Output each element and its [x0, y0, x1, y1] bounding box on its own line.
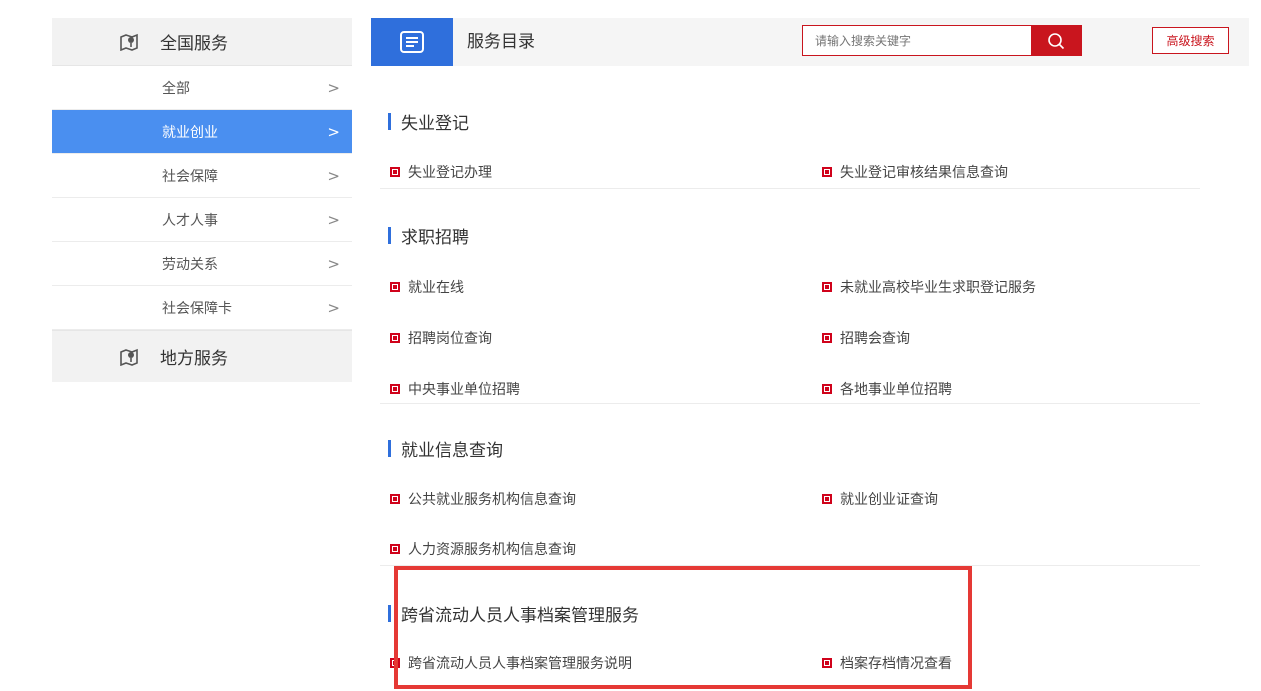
link-text: 就业创业证查询	[840, 492, 938, 508]
sidebar-item-talent[interactable]: 人才人事 >	[52, 198, 352, 242]
sidebar-item-employment[interactable]: 就业创业 >	[52, 110, 352, 154]
bullet-icon	[390, 494, 400, 504]
link-text: 各地事业单位招聘	[840, 382, 952, 398]
chevron-right-icon: >	[327, 254, 340, 273]
sidebar-item-label: 社会保障卡	[162, 300, 232, 317]
bullet-icon	[822, 282, 832, 292]
bullet-icon	[390, 333, 400, 343]
sidebar-item-label: 全部	[162, 80, 190, 97]
bullet-icon	[390, 544, 400, 554]
search-box	[802, 25, 1082, 56]
sidebar-item-label: 人才人事	[162, 212, 218, 229]
section-title-employment-info: 就业信息查询	[388, 436, 503, 461]
link-text: 未就业高校毕业生求职登记服务	[840, 280, 1036, 296]
section-bar	[388, 440, 391, 457]
section-title-text: 求职招聘	[401, 228, 469, 248]
local-services-header[interactable]: 地方服务	[52, 330, 352, 382]
sidebar-item-label: 就业创业	[162, 124, 218, 141]
link-unemployment-registration[interactable]: 失业登记办理	[390, 162, 492, 182]
link-central-institution-recruit[interactable]: 中央事业单位招聘	[390, 379, 520, 399]
chevron-right-icon: >	[327, 298, 340, 317]
sidebar-item-label: 社会保障	[162, 168, 218, 185]
catalog-icon	[400, 31, 424, 53]
link-text: 人力资源服务机构信息查询	[408, 542, 576, 558]
link-text: 公共就业服务机构信息查询	[408, 492, 576, 508]
local-services-title: 地方服务	[160, 349, 228, 369]
advanced-search-button[interactable]: 高级搜索	[1152, 27, 1229, 54]
catalog-title: 服务目录	[467, 32, 535, 52]
bullet-icon	[390, 384, 400, 394]
link-text: 失业登记审核结果信息查询	[840, 165, 1008, 181]
link-employment-online[interactable]: 就业在线	[390, 277, 464, 297]
link-text: 失业登记办理	[408, 165, 492, 181]
section-bar	[388, 605, 391, 622]
section-bar	[388, 113, 391, 130]
sidebar-item-social-security-card[interactable]: 社会保障卡 >	[52, 286, 352, 330]
sidebar-item-label: 劳动关系	[162, 256, 218, 273]
map-icon	[120, 348, 138, 366]
link-text: 中央事业单位招聘	[408, 382, 520, 398]
sidebar-item-labor-relations[interactable]: 劳动关系 >	[52, 242, 352, 286]
highlight-box	[394, 566, 972, 689]
link-hr-agency-query[interactable]: 人力资源服务机构信息查询	[390, 539, 576, 559]
divider	[380, 403, 1200, 404]
chevron-right-icon: >	[327, 210, 340, 229]
bullet-icon	[822, 384, 832, 394]
link-employment-certificate-query[interactable]: 就业创业证查询	[822, 489, 938, 509]
link-job-position-query[interactable]: 招聘岗位查询	[390, 328, 492, 348]
map-icon	[120, 33, 138, 51]
main-panel: 服务目录 高级搜索	[371, 18, 1249, 66]
divider	[380, 188, 1200, 189]
sidebar-item-all[interactable]: 全部 >	[52, 66, 352, 110]
search-icon	[1048, 32, 1065, 49]
chevron-right-icon: >	[327, 78, 340, 97]
section-title-unemployment: 失业登记	[388, 109, 469, 134]
bullet-icon	[822, 494, 832, 504]
search-button[interactable]	[1031, 26, 1081, 55]
link-text: 招聘会查询	[840, 331, 910, 347]
national-services-title: 全国服务	[160, 34, 228, 54]
link-job-fair-query[interactable]: 招聘会查询	[822, 328, 910, 348]
sidebar-item-social-security[interactable]: 社会保障 >	[52, 154, 352, 198]
chevron-right-icon: >	[327, 122, 340, 141]
link-local-institution-recruit[interactable]: 各地事业单位招聘	[822, 379, 952, 399]
bullet-icon	[822, 333, 832, 343]
catalog-icon-box	[371, 18, 453, 66]
section-title-text: 就业信息查询	[401, 441, 503, 461]
bullet-icon	[822, 167, 832, 177]
section-title-job-seeking: 求职招聘	[388, 223, 469, 248]
link-text: 就业在线	[408, 280, 464, 296]
link-text: 招聘岗位查询	[408, 331, 492, 347]
chevron-right-icon: >	[327, 166, 340, 185]
search-input[interactable]	[803, 26, 1031, 55]
catalog-header: 服务目录 高级搜索	[371, 18, 1249, 66]
section-title-text: 失业登记	[401, 114, 469, 134]
section-bar	[388, 227, 391, 244]
link-graduate-registration[interactable]: 未就业高校毕业生求职登记服务	[822, 277, 1036, 297]
link-unemployment-result-query[interactable]: 失业登记审核结果信息查询	[822, 162, 1008, 182]
bullet-icon	[390, 167, 400, 177]
national-services-header[interactable]: 全国服务	[52, 18, 352, 66]
sidebar: 全国服务 全部 > 就业创业 > 社会保障 > 人才人事 > 劳动关系 > 社会…	[52, 18, 352, 382]
link-public-employment-agency[interactable]: 公共就业服务机构信息查询	[390, 489, 576, 509]
bullet-icon	[390, 282, 400, 292]
